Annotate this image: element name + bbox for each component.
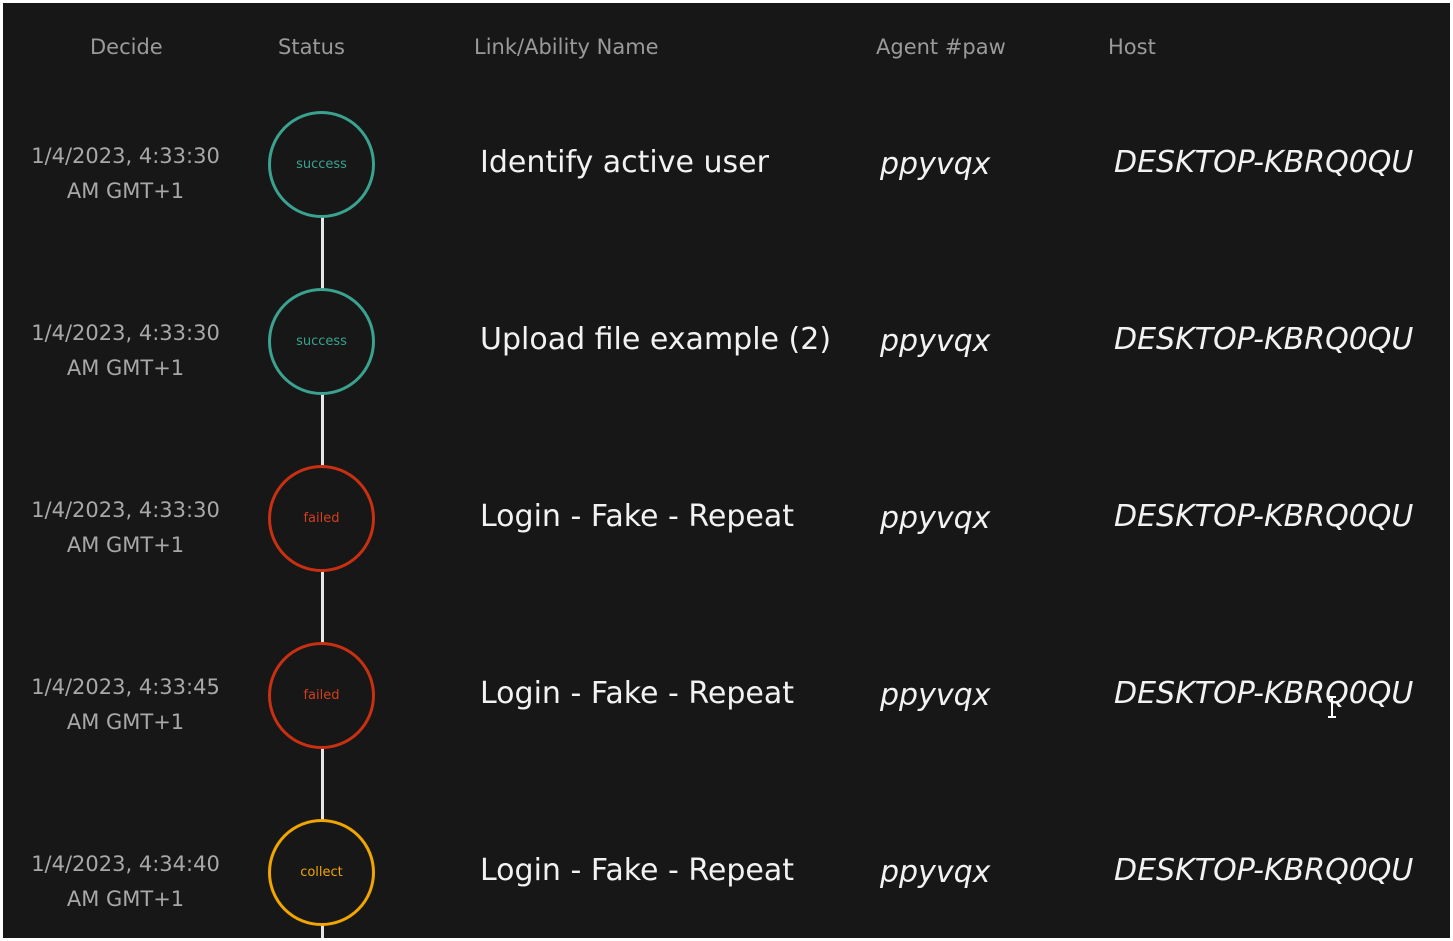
text-cursor-icon	[1328, 696, 1336, 718]
decide-date-time: 1/4/2023, 4:33:30	[31, 144, 220, 168]
decide-date-time: 1/4/2023, 4:33:45	[31, 675, 220, 699]
header-status[interactable]: Status	[278, 35, 345, 59]
link-ability-name[interactable]: Login - Fake - Repeat	[480, 676, 794, 711]
decide-timestamp: 1/4/2023, 4:33:45 AM GMT+1	[23, 670, 228, 740]
timeline-row[interactable]: 1/4/2023, 4:33:30 AM GMT+1 success Ident…	[3, 111, 1450, 218]
host-name: DESKTOP-KBRQ0QU	[1114, 676, 1414, 711]
decide-timestamp: 1/4/2023, 4:33:30 AM GMT+1	[23, 139, 228, 209]
decide-date-time: 1/4/2023, 4:34:40	[31, 852, 220, 876]
host-name: DESKTOP-KBRQ0QU	[1114, 322, 1414, 357]
timeline-row[interactable]: 1/4/2023, 4:33:30 AM GMT+1 failed Login …	[3, 465, 1450, 572]
link-ability-name[interactable]: Identify active user	[480, 145, 769, 180]
status-label: success	[296, 334, 347, 349]
decide-timezone: AM GMT+1	[66, 356, 185, 380]
agent-paw[interactable]: ppyvqx	[880, 147, 990, 182]
decide-timestamp: 1/4/2023, 4:33:30 AM GMT+1	[23, 316, 228, 386]
agent-paw[interactable]: ppyvqx	[880, 324, 990, 359]
operation-timeline-panel: Decide Status Link/Ability Name Agent #p…	[3, 3, 1450, 938]
table-header: Decide Status Link/Ability Name Agent #p…	[3, 35, 1450, 65]
decide-timezone: AM GMT+1	[66, 533, 185, 557]
header-decide[interactable]: Decide	[90, 35, 163, 59]
timeline-row[interactable]: 1/4/2023, 4:33:45 AM GMT+1 failed Login …	[3, 642, 1450, 749]
agent-paw[interactable]: ppyvqx	[880, 855, 990, 890]
status-collect-badge[interactable]: collect	[268, 819, 375, 926]
decide-timezone: AM GMT+1	[66, 179, 185, 203]
status-label: failed	[303, 511, 340, 526]
link-ability-name[interactable]: Login - Fake - Repeat	[480, 499, 794, 534]
decide-date-time: 1/4/2023, 4:33:30	[31, 498, 220, 522]
host-name: DESKTOP-KBRQ0QU	[1114, 853, 1414, 888]
decide-timestamp: 1/4/2023, 4:33:30 AM GMT+1	[23, 493, 228, 563]
status-failed-badge[interactable]: failed	[268, 465, 375, 572]
host-name: DESKTOP-KBRQ0QU	[1114, 499, 1414, 534]
decide-date-time: 1/4/2023, 4:33:30	[31, 321, 220, 345]
host-name: DESKTOP-KBRQ0QU	[1114, 145, 1414, 180]
agent-paw[interactable]: ppyvqx	[880, 678, 990, 713]
header-agent-paw[interactable]: Agent #paw	[876, 35, 1006, 59]
timeline-row[interactable]: 1/4/2023, 4:34:40 AM GMT+1 collect Login…	[3, 819, 1450, 926]
decide-timestamp: 1/4/2023, 4:34:40 AM GMT+1	[23, 847, 228, 917]
status-success-badge[interactable]: success	[268, 288, 375, 395]
header-link-ability-name[interactable]: Link/Ability Name	[474, 35, 659, 59]
link-ability-name[interactable]: Login - Fake - Repeat	[480, 853, 794, 888]
header-host[interactable]: Host	[1108, 35, 1156, 59]
status-label: collect	[300, 865, 343, 880]
status-label: success	[296, 157, 347, 172]
link-ability-name[interactable]: Upload file example (2)	[480, 322, 831, 357]
decide-timezone: AM GMT+1	[66, 710, 185, 734]
timeline-row[interactable]: 1/4/2023, 4:33:30 AM GMT+1 success Uploa…	[3, 288, 1450, 395]
decide-timezone: AM GMT+1	[66, 887, 185, 911]
status-success-badge[interactable]: success	[268, 111, 375, 218]
status-label: failed	[303, 688, 340, 703]
agent-paw[interactable]: ppyvqx	[880, 501, 990, 536]
status-failed-badge[interactable]: failed	[268, 642, 375, 749]
